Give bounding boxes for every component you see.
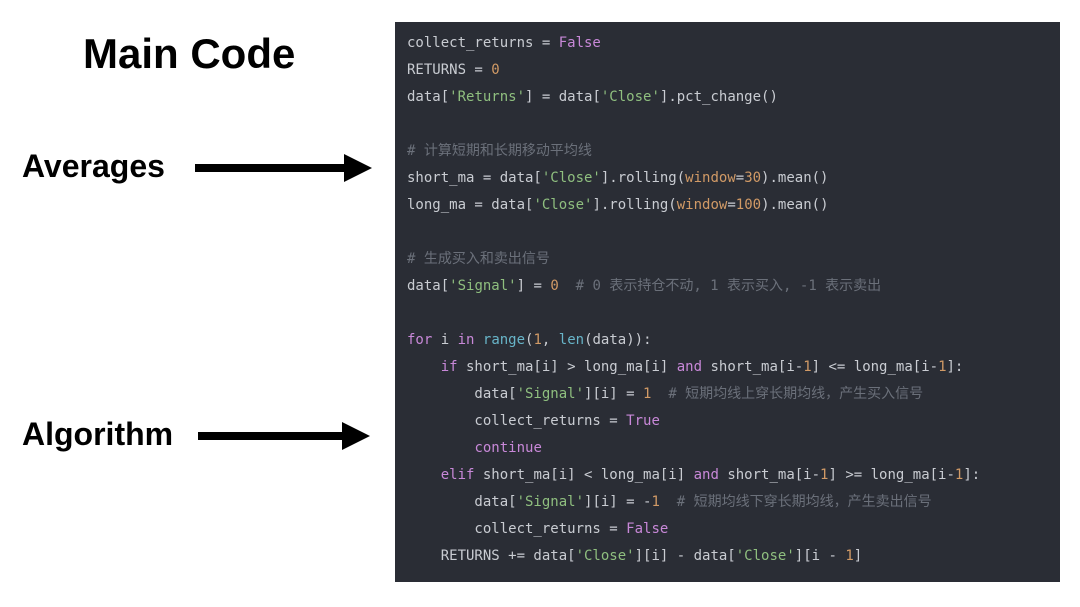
code-token: 1 [845,548,853,564]
code-token: = [736,170,744,186]
code-token: collect_returns = [407,35,559,51]
arrow-icon [195,162,370,174]
code-token: long_ma = data[ [407,197,533,213]
code-token: window [677,197,728,213]
code-token: False [626,521,668,537]
code-token: short_ma = data[ [407,170,542,186]
code-token: 'Signal' [517,494,584,510]
code-token: ][i] - data[ [635,548,736,564]
code-token: in [458,332,475,348]
code-token: len [559,332,584,348]
code-token [474,332,482,348]
code-token: 'Close' [533,197,592,213]
code-token: and [694,467,719,483]
code-token: 'Signal' [449,278,516,294]
arrow-icon [198,430,368,442]
code-token: # 短期均线上穿长期均线，产生买入信号 [668,386,923,402]
code-token: # 0 表示持仓不动, 1 表示买入, -1 表示卖出 [576,278,882,294]
code-token: ][i] = - [584,494,651,510]
code-token: data[ [407,278,449,294]
code-token [660,494,677,510]
code-token: collect_returns = [407,521,626,537]
code-token: 'Returns' [449,89,525,105]
code-token: ]: [963,467,980,483]
code-token: # 短期均线下穿长期均线，产生卖出信号 [677,494,932,510]
label-averages: Averages [22,148,165,185]
code-token: ].pct_change() [660,89,778,105]
code-token: 1 [803,359,811,375]
code-token: window [685,170,736,186]
code-token: ] = [517,278,551,294]
code-token: RETURNS = [407,62,491,78]
code-token: 1 [533,332,541,348]
code-token: data[ [407,494,517,510]
code-token: ).mean() [761,197,828,213]
code-token: 'Close' [736,548,795,564]
code-token: 'Close' [542,170,601,186]
code-token: short_ma[i- [719,467,820,483]
code-token: ][i] = [584,386,643,402]
code-token: if [441,359,458,375]
code-token: continue [474,440,541,456]
code-token: ].rolling( [601,170,685,186]
code-token: False [559,35,601,51]
code-token: short_ma[i] < long_ma[i] [474,467,693,483]
code-token: range [483,332,525,348]
code-token: ] = data[ [525,89,601,105]
arrow-head-icon [342,422,370,450]
code-token [407,359,441,375]
code-token: data[ [407,386,517,402]
code-token: ].rolling( [592,197,676,213]
code-token [407,440,474,456]
code-token: ] <= long_ma[i- [812,359,938,375]
code-token: True [626,413,660,429]
arrow-head-icon [344,154,372,182]
code-token: , [542,332,559,348]
code-token: ][i - [795,548,846,564]
code-token: elif [441,467,475,483]
code-block: collect_returns = False RETURNS = 0 data… [407,30,1048,570]
code-token: short_ma[i] > long_ma[i] [458,359,677,375]
code-token: 100 [736,197,761,213]
code-token: ).mean() [761,170,828,186]
page-title: Main Code [83,30,295,78]
code-token: # 生成买入和卖出信号 [407,251,550,267]
code-token: ] >= long_ma[i- [828,467,954,483]
label-algorithm: Algorithm [22,416,173,453]
code-panel: collect_returns = False RETURNS = 0 data… [395,22,1060,582]
code-token: RETURNS += data[ [407,548,576,564]
code-token: collect_returns = [407,413,626,429]
code-token: (data)): [584,332,651,348]
code-token: short_ma[i- [702,359,803,375]
code-token: # 计算短期和长期移动平均线 [407,143,592,159]
code-token: 0 [491,62,499,78]
code-token: data[ [407,89,449,105]
code-token: 1 [651,494,659,510]
code-token: and [677,359,702,375]
arrow-line [198,432,343,440]
code-token [559,278,576,294]
code-token: 'Close' [576,548,635,564]
code-token: 30 [744,170,761,186]
code-token [651,386,668,402]
code-token: ] [854,548,862,564]
page: Main Code Averages Algorithm collect_ret… [0,0,1080,607]
code-token: ]: [947,359,964,375]
code-token: 'Close' [601,89,660,105]
code-token: 'Signal' [517,386,584,402]
code-token: i [432,332,457,348]
code-token: = [727,197,735,213]
arrow-line [195,164,345,172]
code-token: for [407,332,432,348]
code-token: 1 [938,359,946,375]
code-token: 0 [550,278,558,294]
code-token [407,467,441,483]
